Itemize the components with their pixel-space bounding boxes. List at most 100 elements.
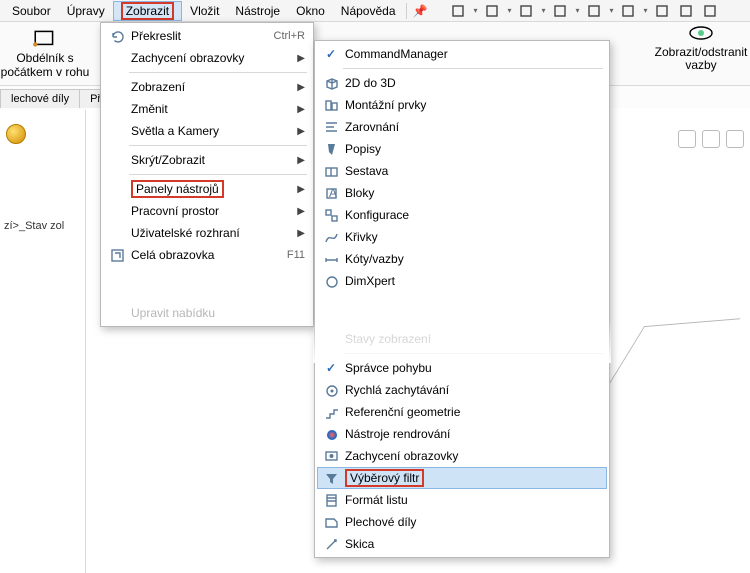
hud-icon-2[interactable] <box>702 130 720 148</box>
view-menu-item-zm-nit[interactable]: Změnit▶ <box>103 98 311 120</box>
toolbars-item-k-ivky[interactable]: Křivky <box>317 226 607 248</box>
view-menu-item-zobrazen-[interactable]: Zobrazení▶ <box>103 76 311 98</box>
check-icon <box>321 515 341 530</box>
menu-item-label: Rychlá zachytávání <box>341 383 601 397</box>
check-icon <box>321 383 341 398</box>
toolbars-item-popisy[interactable]: Popisy <box>317 138 607 160</box>
menubar-item-okno[interactable]: Okno <box>288 1 333 21</box>
submenu-arrow-icon: ▶ <box>295 155 305 166</box>
appearance-button[interactable] <box>675 2 697 20</box>
menu-item-label: Stavy zobrazení <box>341 332 601 346</box>
tree-item[interactable]: zí>_Stav zol <box>4 220 64 232</box>
menubar-item-soubor[interactable]: Soubor <box>4 1 59 21</box>
check-icon <box>107 248 127 263</box>
save-dropdown[interactable]: ▾ <box>539 2 547 20</box>
save-button[interactable] <box>515 2 537 20</box>
menubar-item-vložit[interactable]: Vložit <box>182 1 227 21</box>
toolbars-item-dimxpert[interactable]: DimXpert <box>317 270 607 292</box>
toolbars-item-k-ty-vazby[interactable]: Kóty/vazby <box>317 248 607 270</box>
menu-item-label: Správce pohybu <box>341 361 601 375</box>
rectangle-origin-button[interactable]: Obdélník s počátkem v rohu <box>0 22 90 85</box>
menubar-item-úpravy[interactable]: Úpravy <box>59 1 113 21</box>
menu-item-label: Pracovní prostor <box>127 204 295 218</box>
check-icon <box>321 274 341 289</box>
menubar-item-zobrazit[interactable]: Zobrazit <box>113 1 182 21</box>
show-hide-constraints-button[interactable]: Zobrazit/odstranit vazby <box>656 22 746 72</box>
open-button[interactable] <box>481 2 503 20</box>
submenu-arrow-icon: ▶ <box>295 53 305 64</box>
shortcut-label: Ctrl+R <box>274 30 305 42</box>
toolbars-item-bloky[interactable]: A Bloky <box>317 182 607 204</box>
view-menu-item-pracovn-prostor[interactable]: Pracovní prostor▶ <box>103 200 311 222</box>
submenu-arrow-icon: ▶ <box>295 206 305 217</box>
menu-item-label: Upravit nabídku <box>127 306 305 320</box>
hud-icons <box>678 130 744 148</box>
new-dropdown[interactable]: ▾ <box>471 2 479 20</box>
toolbars-item-commandmanager[interactable]: ✓CommandManager <box>317 43 607 65</box>
check-icon <box>321 427 341 442</box>
toolbars-item-plechov-d-ly[interactable]: Plechové díly <box>317 511 607 533</box>
menu-item-label: DimXpert <box>341 274 601 288</box>
undo-button[interactable] <box>583 2 605 20</box>
toolbars-item-zarovn-n-[interactable]: Zarovnání <box>317 116 607 138</box>
select-dropdown[interactable]: ▾ <box>641 2 649 20</box>
traffic-button[interactable] <box>651 2 673 20</box>
toolbars-item-rychl-zachyt-v-n-[interactable]: Rychlá zachytávání <box>317 379 607 401</box>
view-menu-item-cel-obrazovka[interactable]: Celá obrazovkaF11 <box>103 244 311 266</box>
pin-icon[interactable]: 📌 <box>413 4 428 18</box>
view-menu-item-panely-n-stroj-[interactable]: Panely nástrojů▶ <box>103 178 311 200</box>
constraints-label: Zobrazit/odstranit vazby <box>655 46 748 72</box>
check-icon: A <box>321 186 341 201</box>
print-button[interactable] <box>549 2 571 20</box>
tab-sheetmetal[interactable]: lechové díly <box>0 89 80 108</box>
menu-item-label: Změnit <box>127 102 295 116</box>
menu-item-label: Bloky <box>341 186 601 200</box>
select-button[interactable] <box>617 2 639 20</box>
toolbars-item-skica[interactable]: Skica <box>317 533 607 555</box>
menu-item-label: Zachycení obrazovky <box>341 449 601 463</box>
options-button[interactable] <box>699 2 721 20</box>
new-button[interactable] <box>447 2 469 20</box>
menu-item-label: Formát listu <box>341 493 601 507</box>
menu-item-label: Zarovnání <box>341 120 601 134</box>
view-menu-item-p-ekreslit[interactable]: PřekreslitCtrl+R <box>103 25 311 47</box>
menu-item-label: Montážní prvky <box>341 98 601 112</box>
print-dropdown[interactable]: ▾ <box>573 2 581 20</box>
check-icon: ✓ <box>321 47 341 61</box>
toolbars-item-n-stroje-rendrov-n-[interactable]: Nástroje rendrování <box>317 423 607 445</box>
menubar-item-nástroje[interactable]: Nástroje <box>227 1 288 21</box>
menu-item-label: 2D do 3D <box>341 76 601 90</box>
part-icon <box>6 124 26 144</box>
toolbars-item-konfigurace[interactable]: Konfigurace <box>317 204 607 226</box>
check-icon <box>321 405 341 420</box>
submenu-arrow-icon: ▶ <box>295 126 305 137</box>
menubar-item-nápověda[interactable]: Nápověda <box>333 1 404 21</box>
view-menu-item-skr-t-zobrazit[interactable]: Skrýt/Zobrazit▶ <box>103 149 311 171</box>
toolbars-item-spr-vce-pohybu[interactable]: ✓Správce pohybu <box>317 357 607 379</box>
menu-item-label: Sestava <box>341 164 601 178</box>
toolbars-item-mont-n-prvky[interactable]: Montážní prvky <box>317 94 607 116</box>
view-menu-item-sv-tla-a-kamery[interactable]: Světla a Kamery▶ <box>103 120 311 142</box>
toolbars-item-form-t-listu[interactable]: Formát listu <box>317 489 607 511</box>
svg-text:A: A <box>329 186 337 200</box>
toolbars-item-zachycen-obrazovky[interactable]: Zachycení obrazovky <box>317 445 607 467</box>
undo-dropdown[interactable]: ▾ <box>607 2 615 20</box>
view-menu-item-zachycen-obrazovky[interactable]: Zachycení obrazovky▶ <box>103 47 311 69</box>
check-icon <box>321 537 341 552</box>
check-icon <box>321 164 341 179</box>
hud-icon-1[interactable] <box>678 130 696 148</box>
menu-item-label: Zachycení obrazovky <box>127 51 295 65</box>
toolbars-item-v-b-rov-filtr[interactable]: Výběrový filtr <box>317 467 607 489</box>
toolbars-submenu: ✓CommandManager 2D do 3D Montážní prvky Zar… <box>314 40 610 558</box>
check-icon <box>321 120 341 135</box>
view-menu-item-u-ivatelsk-rozhran-[interactable]: Uživatelské rozhraní▶ <box>103 222 311 244</box>
toolbars-item-2d-do-3d[interactable]: 2D do 3D <box>317 72 607 94</box>
toolbars-item-referen-n-geometrie[interactable]: Referenční geometrie <box>317 401 607 423</box>
menu-item-label: Světla a Kamery <box>127 124 295 138</box>
open-dropdown[interactable]: ▾ <box>505 2 513 20</box>
menu-item-label: Zobrazení <box>127 80 295 94</box>
toolbars-item-sestava[interactable]: Sestava <box>317 160 607 182</box>
check-icon <box>321 493 341 508</box>
submenu-arrow-icon: ▶ <box>295 104 305 115</box>
hud-icon-3[interactable] <box>726 130 744 148</box>
